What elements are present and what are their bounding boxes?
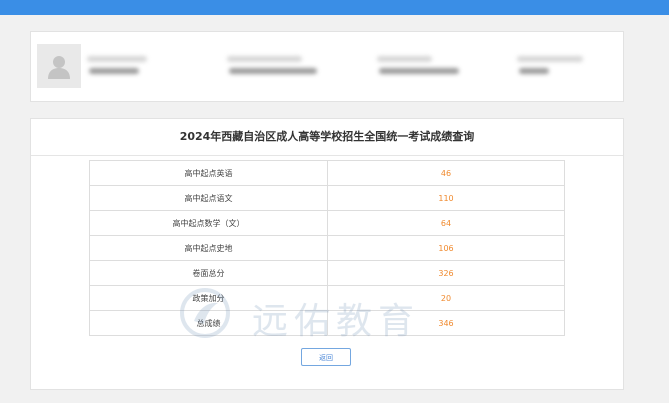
subject-label: 卷面总分 (89, 260, 328, 286)
score-value: 46 (327, 160, 565, 186)
avatar (37, 44, 81, 88)
top-bar (0, 0, 669, 15)
score-value: 110 (327, 185, 565, 211)
back-button[interactable]: 返回 (301, 348, 351, 366)
redacted-id (227, 54, 327, 80)
profile-card (30, 31, 624, 102)
score-table: 高中起点英语 46 高中起点语文 110 高中起点数学（文） 64 高中起点史地 106 卷面总… (89, 160, 565, 336)
user-icon (48, 56, 70, 79)
score-value: 326 (327, 260, 565, 286)
table-row: 卷面总分 326 (89, 260, 565, 286)
subject-label: 高中起点史地 (89, 235, 328, 261)
table-row: 高中起点语文 110 (89, 185, 565, 211)
subject-label: 高中起点语文 (89, 185, 328, 211)
subject-label: 总成绩 (89, 310, 328, 336)
subject-label: 高中起点数学（文） (89, 210, 328, 236)
score-value: 106 (327, 235, 565, 261)
table-row: 总成绩 346 (89, 310, 565, 336)
subject-label: 政策加分 (89, 285, 328, 311)
table-row: 高中起点史地 106 (89, 235, 565, 261)
table-row: 高中起点数学（文） 64 (89, 210, 565, 236)
redacted-info (517, 54, 587, 80)
score-result-card: 2024年西藏自治区成人高等学校招生全国统一考试成绩查询 高中起点英语 46 高中起… (30, 118, 624, 390)
score-value: 346 (327, 310, 565, 336)
result-title: 2024年西藏自治区成人高等学校招生全国统一考试成绩查询 (31, 119, 623, 156)
table-row: 政策加分 20 (89, 285, 565, 311)
table-row: 高中起点英语 46 (89, 160, 565, 186)
redacted-exam-number (377, 54, 467, 80)
score-value: 20 (327, 285, 565, 311)
redacted-name (87, 54, 157, 80)
subject-label: 高中起点英语 (89, 160, 328, 186)
score-value: 64 (327, 210, 565, 236)
